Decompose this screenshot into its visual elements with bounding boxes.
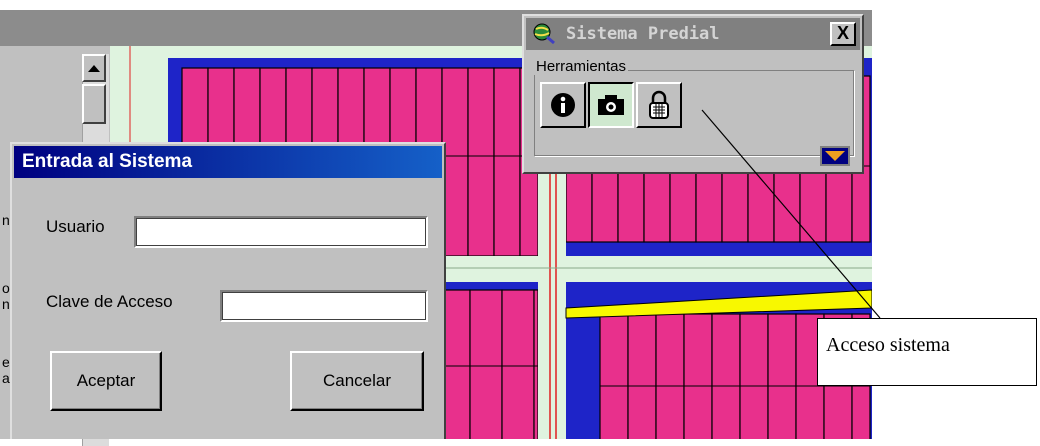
callout-text: Acceso sistema <box>826 334 950 356</box>
screenshot: n o n e a Entrada al Sistema Usuario Cla… <box>0 0 1040 446</box>
callout-box: Acceso sistema <box>817 318 1037 386</box>
